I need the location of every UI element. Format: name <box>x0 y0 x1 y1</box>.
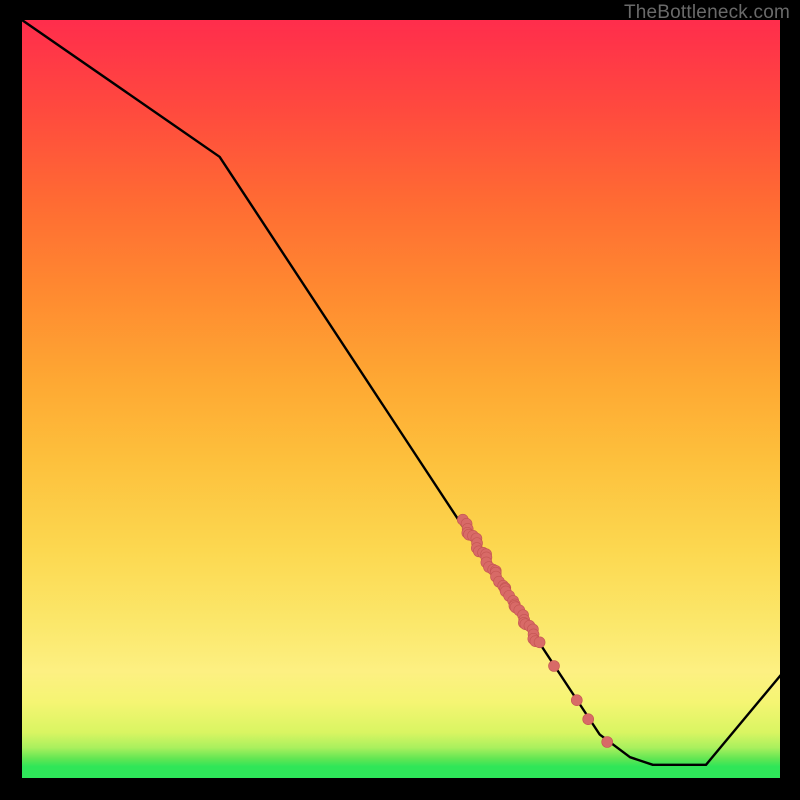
chart-container: TheBottleneck.com <box>0 0 800 800</box>
bottleneck-curve <box>22 20 780 765</box>
data-marker <box>534 637 545 648</box>
chart-svg <box>22 20 780 780</box>
data-marker <box>571 695 582 706</box>
data-marker <box>602 737 613 748</box>
marker-cluster <box>457 514 612 747</box>
plot-area <box>20 20 780 780</box>
data-marker <box>583 714 594 725</box>
data-marker <box>549 661 560 672</box>
watermark-text: TheBottleneck.com <box>624 2 790 24</box>
